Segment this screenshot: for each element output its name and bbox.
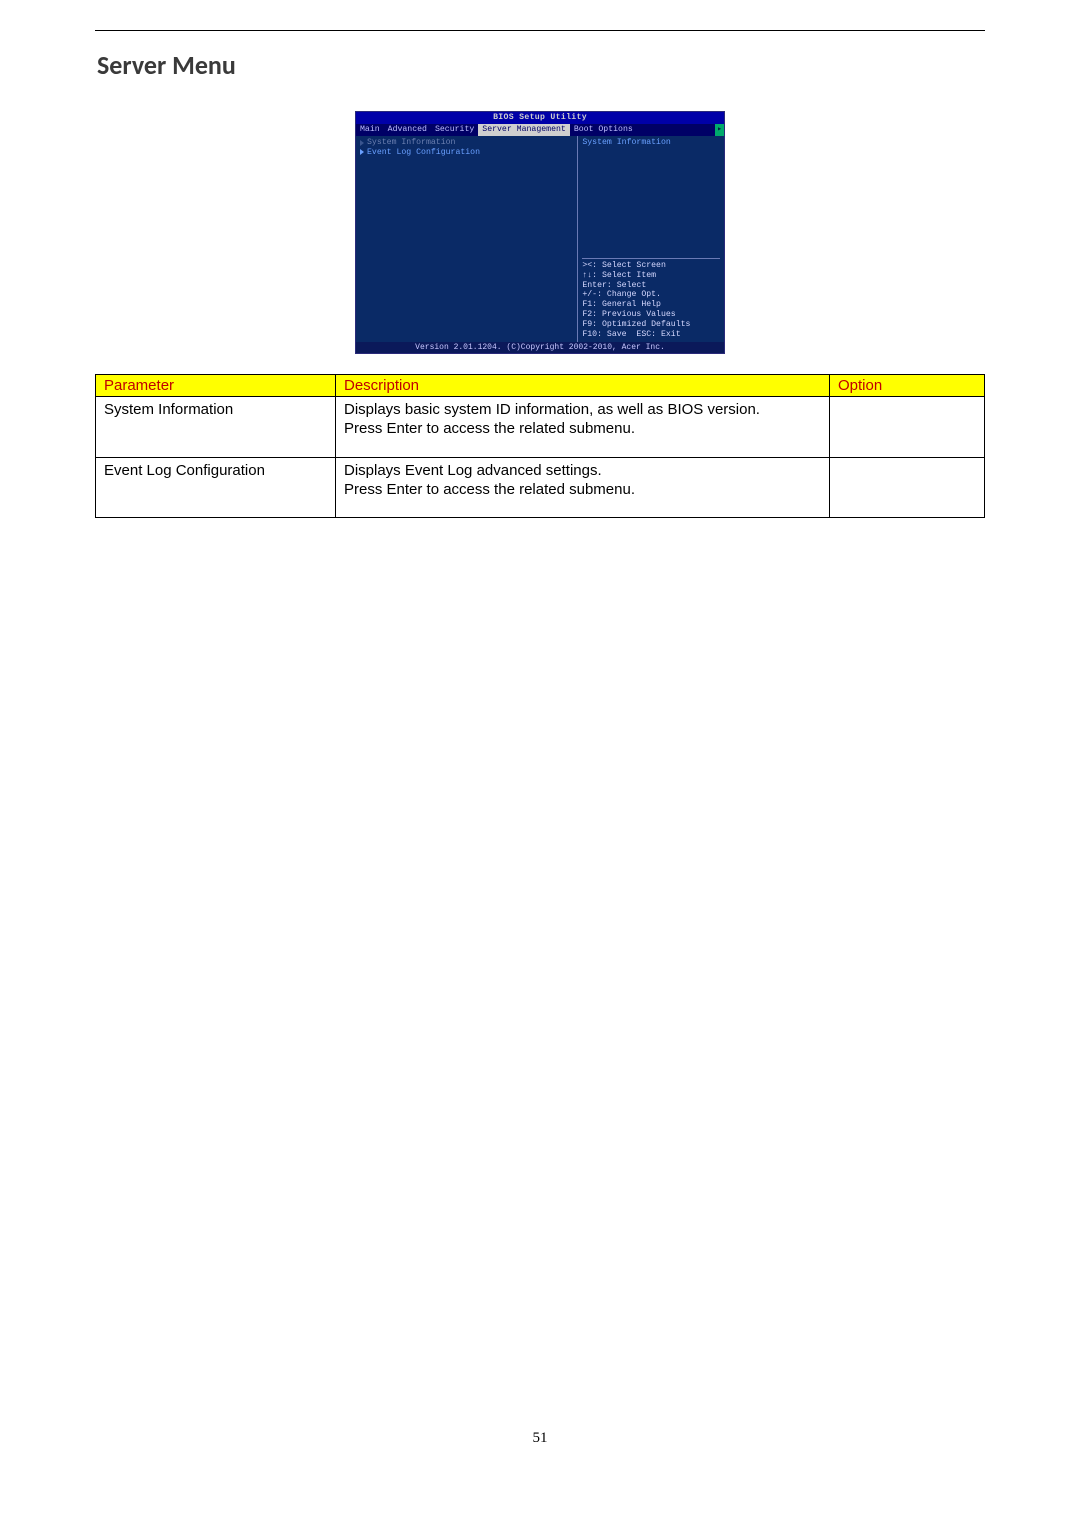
bios-hint: ><: Select Screen [582,261,720,271]
parameter-table: Parameter Description Option System Info… [95,374,985,518]
th-option: Option [830,375,985,397]
bios-menu-scroll-right-icon: ▸ [715,124,724,136]
cell-description: Displays Event Log advanced settings. Pr… [336,457,830,518]
caret-right-icon [360,140,364,146]
bios-right-panel: System Information ><: Select Screen ↑↓:… [578,136,724,342]
th-parameter: Parameter [96,375,336,397]
table-row: Event Log Configuration Displays Event L… [96,457,985,518]
th-description: Description [336,375,830,397]
bios-hint: Enter: Select [582,281,720,291]
bios-item-system-information: System Information [360,138,573,148]
bios-item-label: Event Log Configuration [367,148,480,158]
bios-hint: ↑↓: Select Item [582,271,720,281]
bios-screenshot: BIOS Setup Utility Main Advanced Securit… [95,111,985,354]
bios-hint: +/-: Change Opt. [582,290,720,300]
bios-hint: F10: Save ESC: Exit [582,330,720,340]
cell-description: Displays basic system ID information, as… [336,397,830,458]
header-divider [95,30,985,31]
cell-parameter: System Information [96,397,336,458]
caret-right-icon [360,149,364,155]
bios-hint: F2: Previous Values [582,310,720,320]
bios-item-label: System Information [367,138,455,148]
bios-item-event-log-configuration: Event Log Configuration [360,148,573,158]
table-row: System Information Displays basic system… [96,397,985,458]
bios-hint: F1: General Help [582,300,720,310]
bios-menu-advanced: Advanced [384,124,431,136]
bios-title: BIOS Setup Utility [356,112,724,124]
section-title: Server Menu [97,49,985,81]
bios-help-title: System Information [582,138,720,148]
bios-menu-security: Security [431,124,478,136]
cell-option [830,457,985,518]
bios-hint: F9: Optimized Defaults [582,320,720,330]
bios-footer: Version 2.01.1204. (C)Copyright 2002-201… [356,342,724,354]
cell-parameter: Event Log Configuration [96,457,336,518]
bios-menu-main: Main [356,124,384,136]
bios-menu-boot-options: Boot Options [570,124,637,136]
cell-option [830,397,985,458]
bios-menu-bar: Main Advanced Security Server Management… [356,124,724,136]
table-header-row: Parameter Description Option [96,375,985,397]
page-number: 51 [0,1430,1080,1447]
bios-key-hints: ><: Select Screen ↑↓: Select Item Enter:… [582,258,720,340]
bios-menu-server-management: Server Management [478,124,570,136]
bios-left-panel: System Information Event Log Configurati… [356,136,578,342]
